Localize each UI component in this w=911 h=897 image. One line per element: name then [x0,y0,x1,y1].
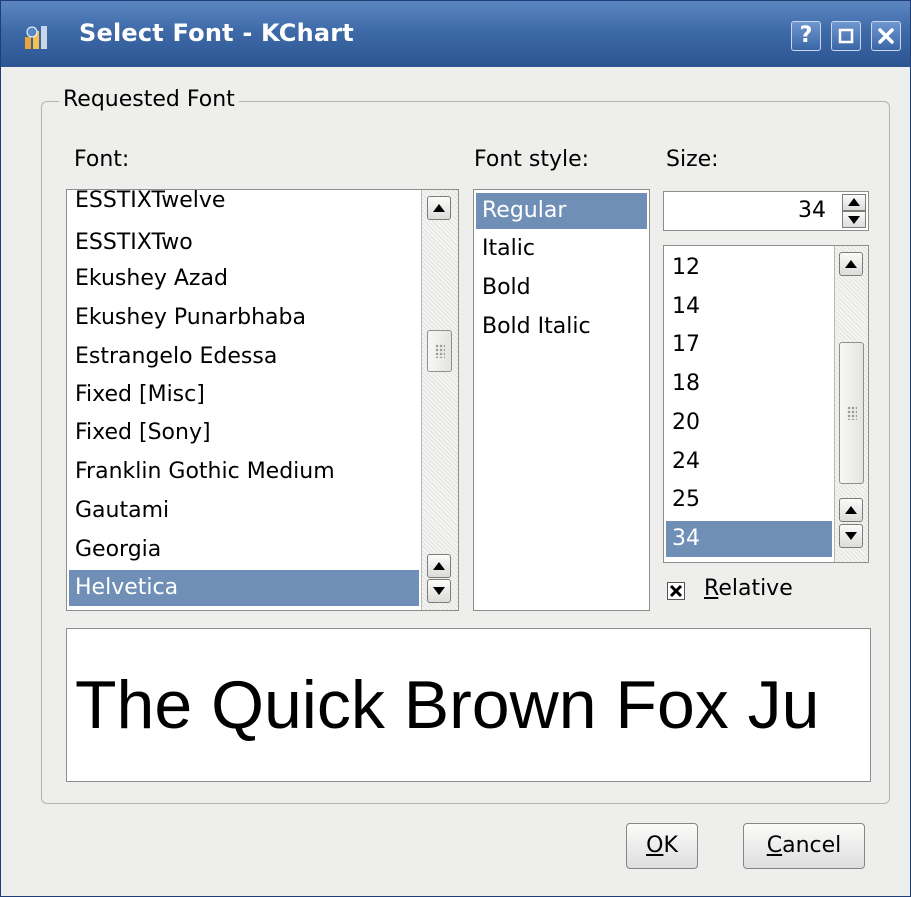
cancel-label-rest: ancel [782,833,842,858]
font-scroll-up-button[interactable] [427,196,451,220]
relative-label[interactable]: Relative [704,576,793,601]
maximize-icon [838,28,854,44]
ok-label-rest: K [663,833,678,858]
arrow-up-icon [845,506,857,514]
size-list-item[interactable]: 17 [672,332,700,358]
grip-icon [434,344,445,358]
size-spinbox[interactable]: 34 [663,191,869,231]
font-list-item[interactable]: Franklin Gothic Medium [75,459,335,485]
preview-text: The Quick Brown Fox Ju [75,667,820,743]
size-list-scrollbar[interactable] [834,246,868,562]
font-list-item[interactable]: Gautami [75,498,169,524]
style-list-item[interactable]: Bold Italic [482,314,591,340]
font-list-item-selected[interactable]: Helvetica [75,575,178,601]
style-list-item[interactable]: Bold [482,275,531,301]
size-scroll-up-button-lower[interactable] [839,498,863,522]
font-scroll-thumb[interactable] [427,330,452,372]
font-preview: The Quick Brown Fox Ju [66,628,871,782]
size-scroll-thumb[interactable] [839,342,864,484]
cancel-button[interactable]: Cancel [743,823,865,869]
font-style-list[interactable]: Regular Italic Bold Bold Italic [473,189,650,611]
arrow-up-icon [433,562,445,570]
ok-mnemonic: O [646,833,664,858]
arrow-up-icon [848,198,860,206]
size-list[interactable]: 12 14 17 18 20 24 25 34 [663,245,869,563]
size-list-item[interactable]: 18 [672,371,700,397]
cancel-mnemonic: C [766,833,783,858]
relative-checkbox[interactable] [667,582,685,600]
window-title: Select Font - KChart [79,19,354,47]
arrow-down-icon [433,587,445,595]
size-scroll-down-button[interactable] [839,524,863,548]
font-style-label: Font style: [474,147,590,172]
close-button[interactable] [871,21,901,51]
title-bar[interactable]: Select Font - KChart ? [1,1,910,67]
size-list-item[interactable]: 12 [672,255,700,281]
font-list[interactable]: ESSTIXTwelve ESSTIXTwo Ekushey Azad Ekus… [66,189,459,611]
font-label: Font: [74,147,130,172]
style-list-item-selected[interactable]: Regular [482,198,566,224]
arrow-down-icon [848,216,860,224]
font-list-scrollbar[interactable] [421,190,458,610]
grip-icon [846,406,857,420]
font-list-item[interactable]: Ekushey Punarbhaba [75,305,306,331]
group-title: Requested Font [59,87,239,112]
font-list-item[interactable]: Estrangelo Edessa [75,344,277,370]
size-scroll-up-button[interactable] [839,252,863,276]
maximize-button[interactable] [831,21,861,51]
font-list-item[interactable]: Fixed [Misc] [75,382,205,408]
relative-mnemonic: R [704,576,719,601]
font-list-item[interactable]: ESSTIXTwelve [75,190,225,214]
size-increment-button[interactable] [842,194,866,211]
close-icon [878,28,894,44]
checkmark-icon [669,584,683,598]
size-label: Size: [666,147,719,172]
ok-button[interactable]: OK [626,823,698,869]
kchart-app-icon [25,26,47,49]
font-scroll-up-button-lower[interactable] [427,554,451,578]
font-list-item[interactable]: ESSTIXTwo [75,230,193,256]
size-list-item[interactable]: 20 [672,410,700,436]
font-scroll-down-button[interactable] [427,579,451,603]
size-list-item[interactable]: 14 [672,294,700,320]
relative-label-rest: elative [718,576,793,601]
size-decrement-button[interactable] [842,211,866,228]
size-list-item[interactable]: 24 [672,449,700,475]
arrow-down-icon [845,532,857,540]
font-list-item[interactable]: Georgia [75,537,161,563]
font-list-item[interactable]: Ekushey Azad [75,266,228,292]
arrow-up-icon [845,260,857,268]
style-list-item[interactable]: Italic [482,236,535,262]
size-value[interactable]: 34 [798,198,826,223]
arrow-up-icon [433,204,445,212]
font-dialog-window: Select Font - KChart ? Requested Font Fo… [0,0,911,897]
font-list-item[interactable]: Fixed [Sony] [75,420,211,446]
help-button[interactable]: ? [791,21,821,51]
size-list-item[interactable]: 25 [672,487,700,513]
size-list-item-selected[interactable]: 34 [672,526,700,552]
